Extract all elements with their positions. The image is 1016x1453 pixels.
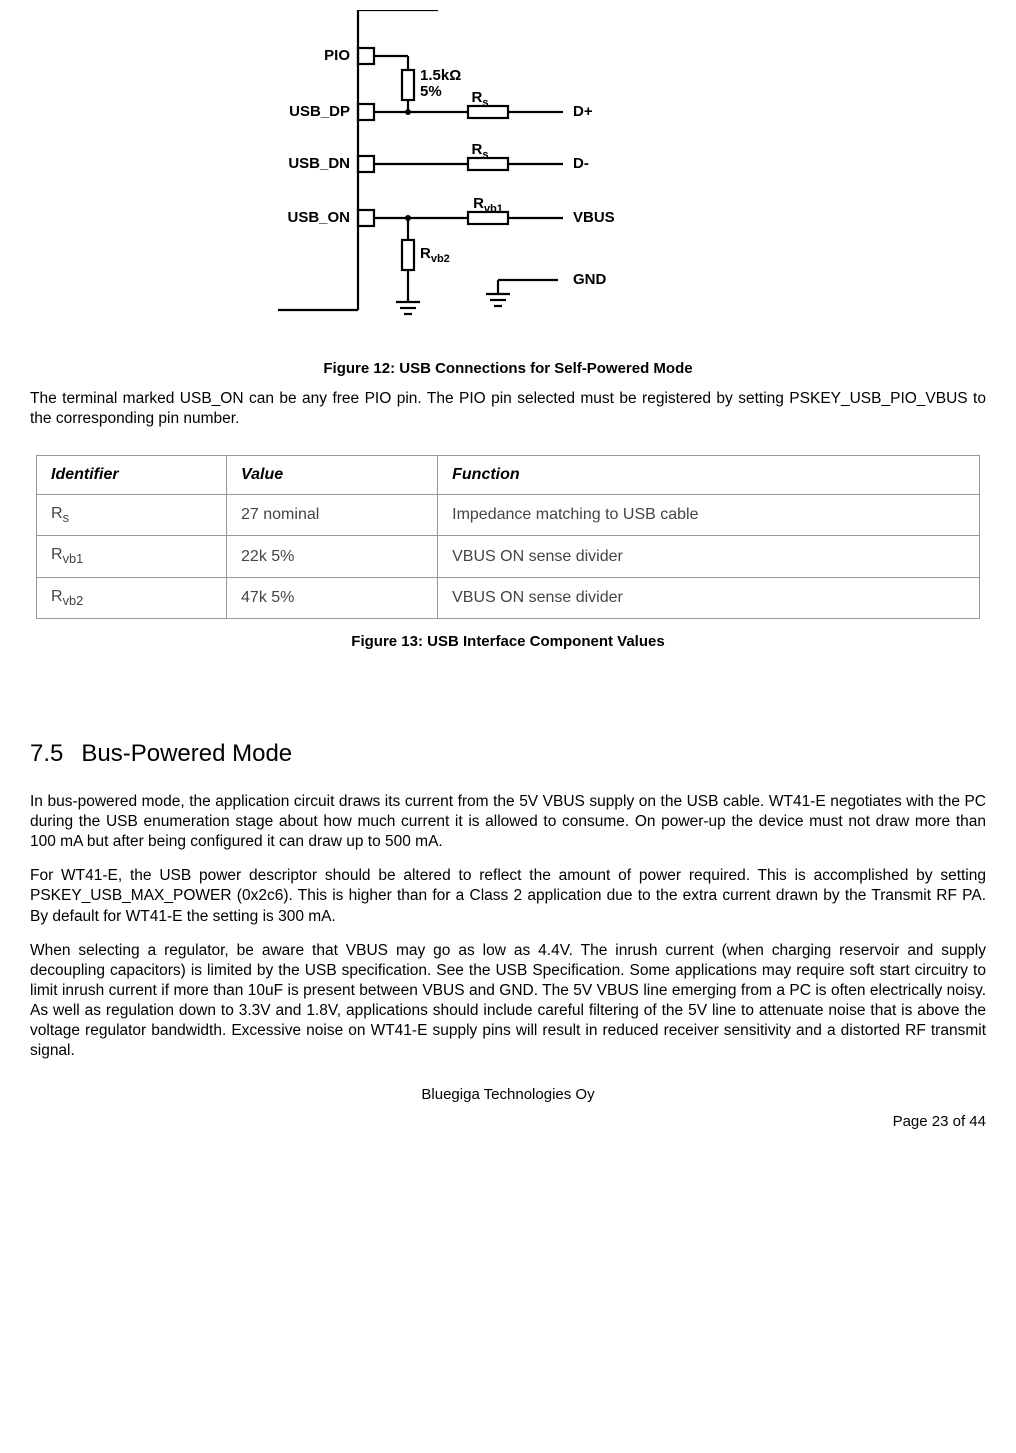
paragraph-bus-3: When selecting a regulator, be aware tha…: [30, 941, 986, 1062]
th-function: Function: [438, 456, 980, 495]
figure13-caption: Figure 13: USB Interface Component Value…: [30, 633, 986, 650]
label-usb-dp: USB_DP: [289, 103, 350, 120]
cell-function: VBUS ON sense divider: [438, 577, 980, 618]
footer-page-number: Page 23 of 44: [30, 1113, 986, 1130]
cell-value: 27 nominal: [227, 495, 438, 536]
cell-identifier: Rvb2: [37, 577, 227, 618]
th-value: Value: [227, 456, 438, 495]
table-row: Rvb122k 5%VBUS ON sense divider: [37, 536, 980, 577]
footer-company: Bluegiga Technologies Oy: [30, 1086, 986, 1103]
label-dminus: D-: [573, 155, 589, 172]
section-title: Bus-Powered Mode: [81, 740, 292, 767]
figure12-caption: Figure 12: USB Connections for Self-Powe…: [30, 360, 986, 377]
cell-function: Impedance matching to USB cable: [438, 495, 980, 536]
cell-identifier: Rvb1: [37, 536, 227, 577]
paragraph-bus-2: For WT41-E, the USB power descriptor sho…: [30, 866, 986, 926]
label-usb-dn: USB_DN: [288, 155, 350, 172]
table-row: Rvb247k 5%VBUS ON sense divider: [37, 577, 980, 618]
label-gnd: GND: [573, 271, 607, 288]
cell-value: 47k 5%: [227, 577, 438, 618]
table-row: Rs27 nominalImpedance matching to USB ca…: [37, 495, 980, 536]
label-dplus: D+: [573, 103, 593, 120]
label-r15k-tol: 5%: [420, 83, 442, 100]
cell-function: VBUS ON sense divider: [438, 536, 980, 577]
th-identifier: Identifier: [37, 456, 227, 495]
component-table: Identifier Value Function Rs27 nominalIm…: [36, 455, 980, 619]
cell-value: 22k 5%: [227, 536, 438, 577]
paragraph-bus-1: In bus-powered mode, the application cir…: [30, 792, 986, 852]
usb-schematic: .w { stroke:#000; stroke-width:2.2; fill…: [258, 10, 758, 340]
label-pio: PIO: [324, 47, 350, 64]
paragraph-usb-on: The terminal marked USB_ON can be any fr…: [30, 389, 986, 429]
label-rvb2: Rvb2: [420, 245, 450, 265]
section-number: 7.5: [30, 740, 63, 768]
section-heading: 7.5 Bus-Powered Mode: [30, 740, 986, 768]
label-usb-on: USB_ON: [287, 209, 350, 226]
label-r15k: 1.5kΩ: [420, 67, 461, 84]
label-vbus: VBUS: [573, 209, 615, 226]
cell-identifier: Rs: [37, 495, 227, 536]
